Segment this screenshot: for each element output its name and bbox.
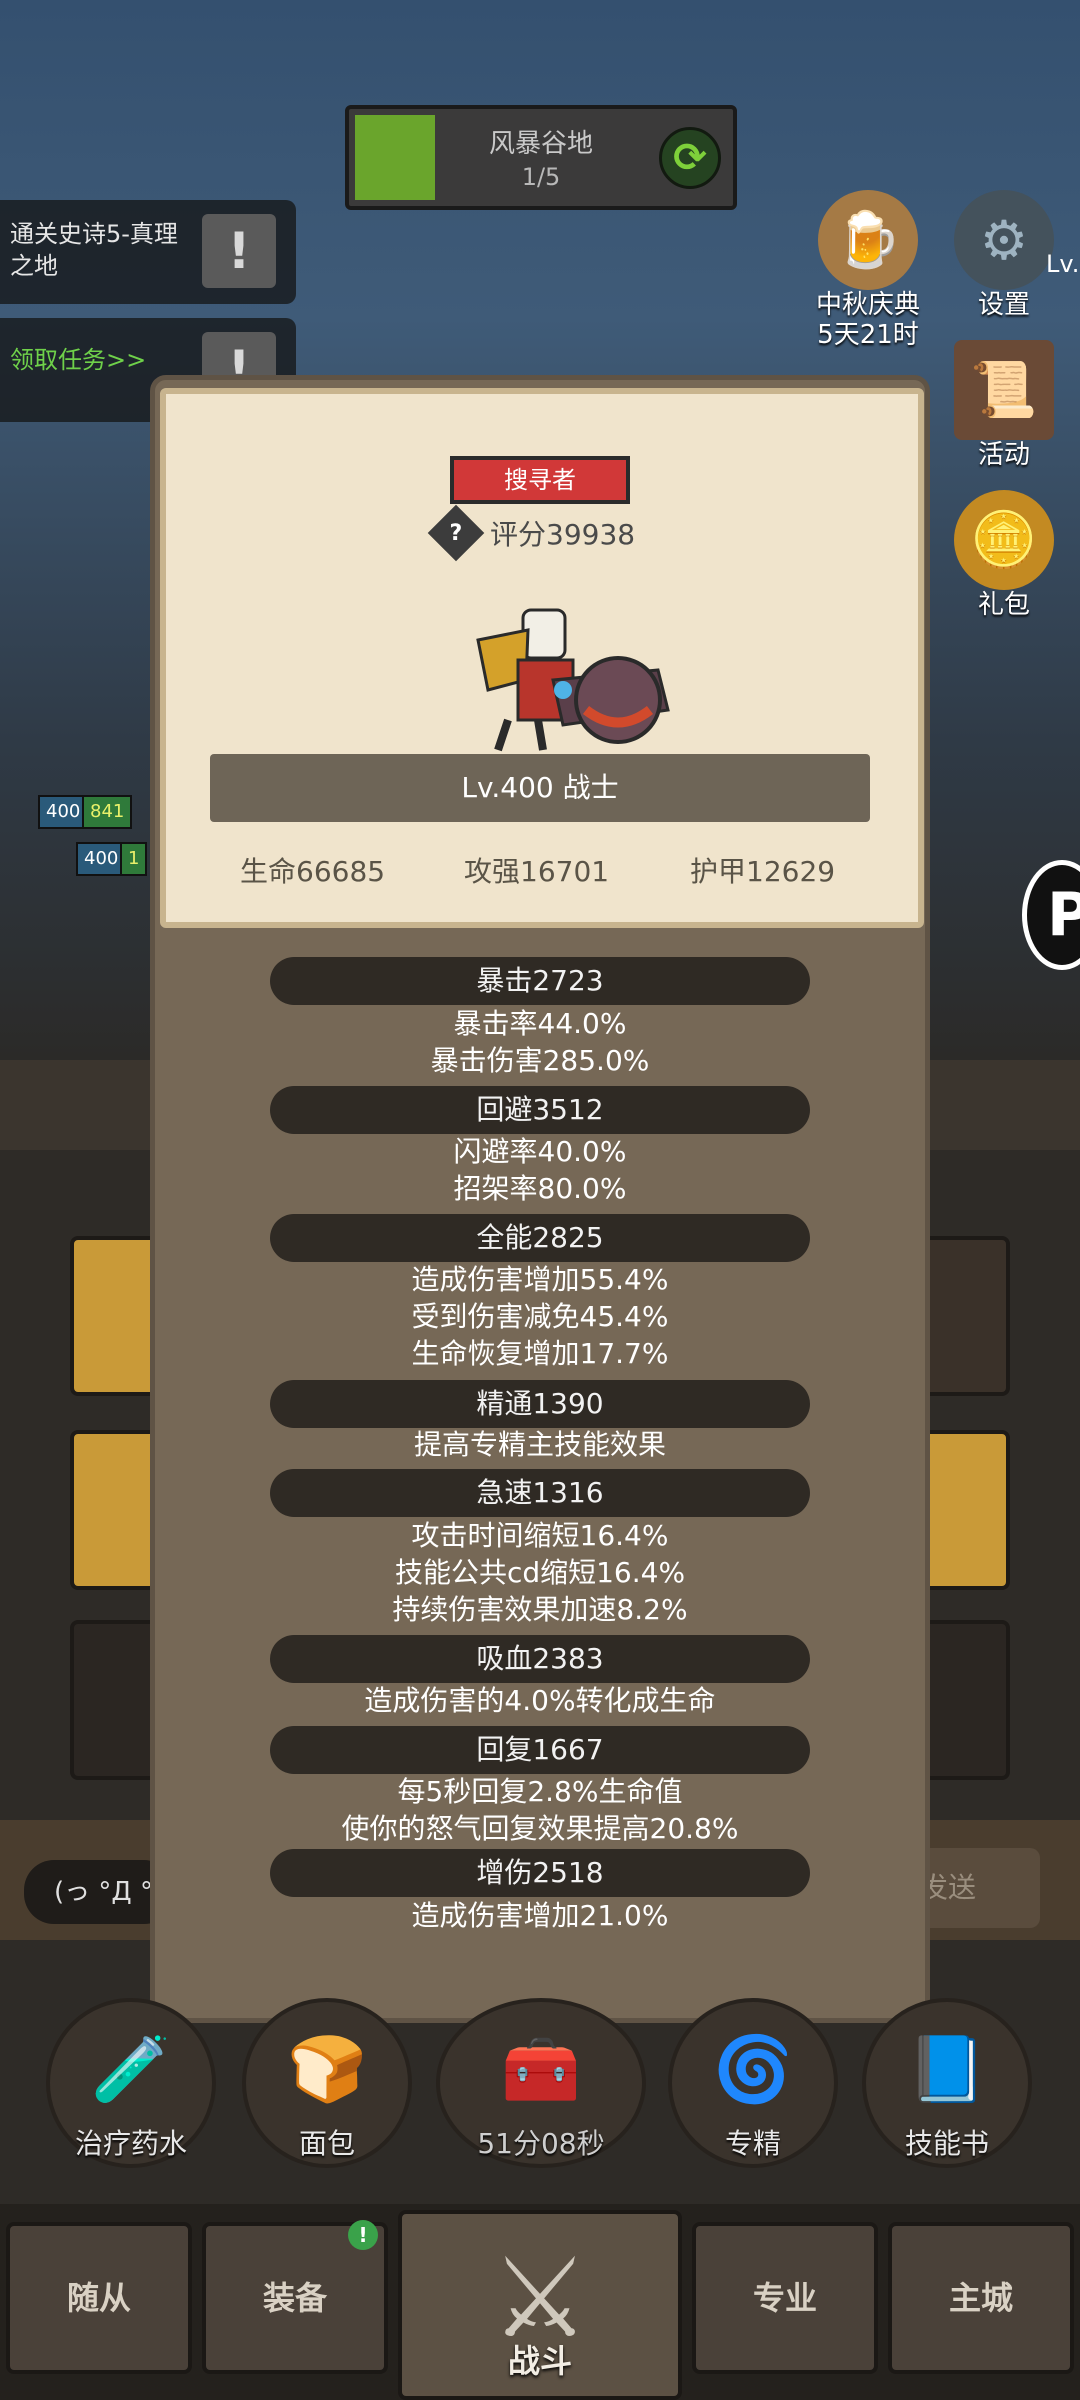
- quest-item[interactable]: 通关史诗5-真理之地 !: [0, 200, 296, 304]
- level-class-bar: Lv.400 战士: [210, 754, 870, 822]
- attr-versatility-title: 全能2825: [270, 1214, 810, 1262]
- festival-label: 中秋庆典: [815, 290, 920, 320]
- armor-stat: 护甲12629: [690, 855, 836, 888]
- nav-battle[interactable]: ⚔ 战斗: [398, 2210, 682, 2400]
- nav-profession[interactable]: 专业: [692, 2222, 878, 2374]
- spec-label: 专精: [724, 2127, 781, 2160]
- attr-regen-title: 回复1667: [270, 1726, 810, 1774]
- settings-label: 设置: [977, 290, 1030, 320]
- gift-button[interactable]: 🪙 礼包: [944, 490, 1064, 620]
- attr-line: 招架率80.0%: [453, 1172, 627, 1205]
- attr-line: 闪避率40.0%: [453, 1135, 627, 1168]
- attr-dodge-title: 回避3512: [270, 1086, 810, 1134]
- chest-icon: 🧰: [501, 2033, 581, 2107]
- attr-line: 暴击伤害285.0%: [430, 1044, 650, 1077]
- attr-leech-title: 吸血2383: [270, 1635, 810, 1683]
- score-row: ? 评分39938: [427, 504, 636, 562]
- hp-tag: 400: [38, 795, 89, 829]
- hero-avatar: [476, 608, 670, 752]
- spec-button[interactable]: 🌀 专精: [668, 1998, 838, 2168]
- attr-line: 攻击时间缩短16.4%: [411, 1519, 669, 1552]
- nav-main-city[interactable]: 主城: [888, 2222, 1074, 2374]
- potion-label: 治疗药水: [74, 2127, 187, 2160]
- nav-followers[interactable]: 随从: [6, 2222, 192, 2374]
- refresh-icon[interactable]: ⟳: [659, 127, 721, 189]
- attr-line: 每5秒回复2.8%生命值: [397, 1775, 683, 1808]
- score-value: 评分39938: [490, 518, 636, 551]
- hp-tag: 400: [76, 842, 127, 876]
- attr-line: 造成伤害增加55.4%: [411, 1263, 669, 1296]
- attr-line: 受到伤害减免45.4%: [411, 1300, 669, 1333]
- exclamation-icon: !: [202, 214, 276, 288]
- skillbook-button[interactable]: 📘 技能书: [862, 1998, 1032, 2168]
- rank-badge: 搜寻者: [450, 456, 630, 504]
- gift-label: 礼包: [977, 590, 1030, 620]
- notification-badge: !: [348, 2220, 378, 2250]
- activity-label: 活动: [977, 440, 1030, 470]
- hp-stat: 生命66685: [240, 855, 386, 888]
- chest-button[interactable]: 🧰 51分08秒: [436, 1998, 646, 2168]
- book-icon: 📘: [907, 2033, 987, 2107]
- attr-line: 使你的怒气回复效果提高20.8%: [341, 1812, 739, 1845]
- nav-battle-label: 战斗: [507, 2342, 572, 2380]
- attr-line: 造成伤害的4.0%转化成生命: [364, 1684, 716, 1717]
- level-label: Lv.: [1046, 250, 1080, 278]
- help-icon[interactable]: ?: [427, 504, 485, 562]
- quest-text: 通关史诗5-真理之地: [10, 220, 178, 280]
- beer-mug-icon: 🍺: [818, 190, 918, 290]
- skillbook-label: 技能书: [904, 2127, 989, 2160]
- attr-crit-title: 暴击2723: [270, 957, 810, 1005]
- attr-line: 暴击率44.0%: [453, 1007, 627, 1040]
- potion-icon: 🧪: [91, 2033, 171, 2107]
- stage-banner[interactable]: 风暴谷地 1/5 ⟳: [345, 105, 737, 210]
- hp-tag: 841: [82, 795, 133, 829]
- activity-button[interactable]: 📜 活动: [944, 340, 1064, 470]
- bread-icon: 🍞: [287, 2033, 367, 2107]
- bread-label: 面包: [298, 2127, 355, 2160]
- spec-icon: 🌀: [713, 2033, 793, 2107]
- gear-icon: ⚙: [954, 190, 1054, 290]
- attr-line: 生命恢复增加17.7%: [411, 1337, 669, 1370]
- attr-haste-title: 急速1316: [270, 1469, 810, 1517]
- scroll-icon: 📜: [954, 340, 1054, 440]
- quest-text: 领取任务>>: [10, 346, 147, 374]
- attack-stat: 攻强16701: [464, 855, 610, 888]
- attr-line: 持续伤害效果加速8.2%: [392, 1593, 688, 1626]
- attr-line: 造成伤害增加21.0%: [411, 1899, 669, 1932]
- attr-damage-title: 增伤2518: [270, 1849, 810, 1897]
- gift-coin-icon: 🪙: [954, 490, 1054, 590]
- festival-button[interactable]: 🍺 中秋庆典 5天21时: [808, 190, 928, 350]
- festival-timer: 5天21时: [817, 320, 919, 350]
- hp-tag: 1: [120, 842, 148, 876]
- attr-line: 技能公共cd缩短16.4%: [394, 1556, 686, 1589]
- bread-button[interactable]: 🍞 面包: [242, 1998, 412, 2168]
- attr-line: 提高专精主技能效果: [413, 1428, 666, 1461]
- chest-timer: 51分08秒: [477, 2127, 605, 2160]
- potion-button[interactable]: 🧪 治疗药水: [46, 1998, 216, 2168]
- attr-mastery-title: 精通1390: [270, 1380, 810, 1428]
